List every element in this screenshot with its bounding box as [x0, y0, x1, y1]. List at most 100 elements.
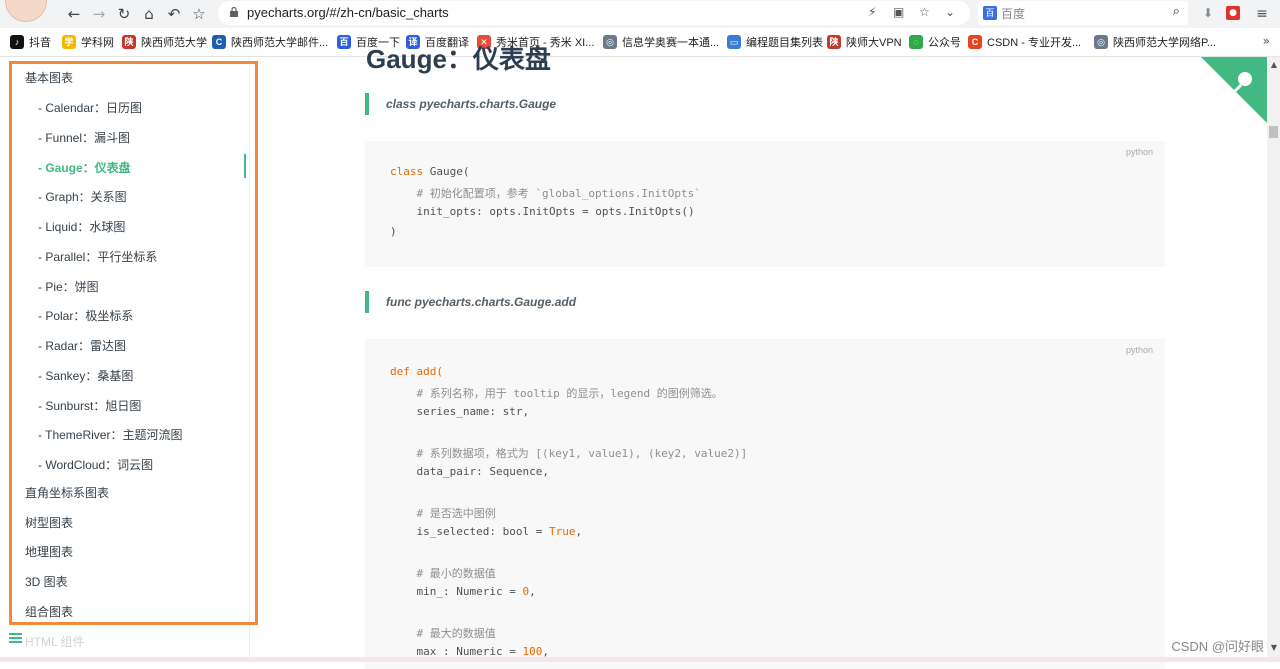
scroll-up-icon[interactable]: ▲ [1271, 60, 1277, 69]
sidebar-section[interactable]: 3D 图表 [25, 573, 68, 590]
bookmark-item[interactable]: 学学科网 [62, 34, 114, 50]
sidebar-item[interactable]: - Polar：极坐标系 [38, 307, 133, 324]
sidebar-item[interactable]: - Parallel：平行坐标系 [38, 248, 157, 265]
code-line: series_name: str, [390, 405, 530, 418]
reload-icon[interactable]: ↻ [114, 4, 134, 24]
code-line: ) [390, 225, 397, 238]
star-icon[interactable]: ☆ [189, 4, 209, 24]
main-content: Gauge：仪表盘 class pyecharts.charts.Gauge p… [251, 44, 1280, 669]
menu-icon[interactable]: ≡ [1250, 0, 1274, 28]
sidebar-item[interactable]: - Pie：饼图 [38, 278, 99, 295]
sidebar-item[interactable]: - WordCloud：词云图 [38, 456, 153, 473]
bookmark-item[interactable]: ▭ 编程题目集列表 [727, 34, 823, 50]
code-line: # 初始化配置项，参考 `global_options.InitOpts` [390, 187, 701, 200]
scrollbar[interactable] [1267, 57, 1280, 662]
bookmark-favicon-icon: ◎ [603, 35, 617, 49]
bookmark-favicon-icon: ▭ [727, 35, 741, 49]
home-icon[interactable]: ⌂ [139, 4, 159, 24]
translate-icon[interactable]: ▣ [893, 5, 904, 19]
bookmark-item[interactable]: ◎ 陕西师范大学网络P... [1094, 34, 1216, 50]
back-icon[interactable]: ← [64, 4, 84, 24]
code-line: is_selected: bool = True, [390, 525, 583, 538]
code-line: def add( [390, 365, 443, 378]
bookmark-label: 编程题目集列表 [746, 37, 823, 49]
code-block-init: python class Gauge( # 初始化配置项，参考 `global_… [365, 141, 1165, 267]
code-line: class Gauge( [390, 165, 470, 178]
bookmark-item[interactable]: ◌ 公众号 [909, 34, 961, 50]
bolt-icon[interactable]: ⚡ [868, 5, 876, 19]
search-box[interactable]: 百 百度 ⌕ [978, 1, 1188, 25]
profile-avatar[interactable] [5, 0, 47, 22]
code-line: data_pair: Sequence, [390, 465, 549, 478]
sidebar-item[interactable]: - Sankey：桑基图 [38, 367, 133, 384]
bookmark-label: 陕西师范大学邮件... [231, 37, 329, 49]
active-indicator [244, 154, 246, 178]
sidebar-section-basic[interactable]: 基本图表 [25, 69, 73, 86]
bookmark-item[interactable]: C CSDN - 专业开发... [968, 34, 1081, 50]
bookmark-favicon-icon: 陕 [122, 35, 136, 49]
bookmark-star-icon[interactable]: ☆ [919, 5, 930, 19]
sidebar-item[interactable]: - Gauge：仪表盘 [38, 159, 131, 176]
sidebar-section[interactable]: 直角坐标系图表 [25, 484, 109, 501]
scroll-thumb[interactable] [1269, 126, 1278, 138]
bookmark-item[interactable]: C 陕西师范大学邮件... [212, 34, 328, 50]
bookmark-item[interactable]: 陕陕师大VPN [827, 34, 902, 50]
bookmark-favicon-icon: C [212, 35, 226, 49]
taskbar-strip [0, 657, 1280, 662]
code-line: # 系列数据项，格式为 [(key1, value1), (key2, valu… [390, 447, 748, 460]
bookmarks-bar: ♪ 抖音学学科网陕陕西师范大学 C 陕西师范大学邮件... 百百度一下译百度翻译 ✕ 秀米首… [0, 28, 1280, 57]
download-icon[interactable]: ⬇ [1200, 5, 1216, 21]
sidebar-section[interactable]: 树型图表 [25, 514, 73, 531]
sidebar-item[interactable]: - Sunburst：旭日图 [38, 397, 141, 414]
sidebar-item[interactable]: - Radar：雷达图 [38, 337, 126, 354]
undo-icon[interactable]: ↶ [164, 4, 184, 24]
bookmark-item[interactable]: ♪ 抖音 [10, 34, 51, 50]
bookmark-favicon-icon: ♪ [10, 35, 24, 49]
chevron-down-icon[interactable]: ⌄ [945, 5, 955, 19]
code-block-add: python def add( # 系列名称，用于 tooltip 的显示，le… [365, 339, 1165, 669]
code-line: # 是否选中图例 [390, 507, 496, 520]
sidebar-item[interactable]: - Graph：关系图 [38, 188, 127, 205]
code-line: # 最大的数据值 [390, 627, 496, 640]
search-input[interactable]: 百度 [1001, 5, 1025, 22]
bookmark-favicon-icon: 陕 [827, 35, 841, 49]
github-corner-icon[interactable] [1201, 57, 1267, 123]
address-bar[interactable]: pyecharts.org/#/zh-cn/basic_charts ⚡ ▣ ☆… [218, 1, 970, 25]
watermark: CSDN @问好眼 [1171, 639, 1264, 654]
scroll-down-icon[interactable]: ▼ [1271, 643, 1277, 652]
sidebar [0, 57, 250, 662]
bookmark-label: 陕西师范大学 [141, 37, 207, 49]
bookmark-label: 陕师大VPN [846, 37, 902, 49]
code-lang-label: python [1125, 147, 1153, 157]
extension-icon[interactable]: ● [1226, 6, 1240, 20]
hamburger-icon[interactable] [9, 633, 22, 644]
bookmark-label: 抖音 [29, 37, 51, 49]
url-text[interactable]: pyecharts.org/#/zh-cn/basic_charts [247, 5, 449, 20]
bookmark-item[interactable]: 陕陕西师范大学 [122, 34, 207, 50]
sidebar-item[interactable]: - ThemeRiver：主题河流图 [38, 426, 182, 443]
bookmark-item[interactable]: ◎ 信息学奥赛一本通... [603, 34, 719, 50]
class-signature: class pyecharts.charts.Gauge [365, 93, 556, 115]
code-line: init_opts: opts.InitOpts = opts.InitOpts… [390, 205, 695, 218]
more-bookmarks-icon[interactable]: » [1263, 34, 1270, 48]
sidebar-section[interactable]: 地理图表 [25, 543, 73, 560]
bookmark-favicon-icon: ◎ [1094, 35, 1108, 49]
forward-icon[interactable]: → [89, 4, 109, 24]
sidebar-section-html[interactable]: HTML 组件 [25, 633, 85, 650]
baidu-icon: 百 [983, 6, 997, 20]
sidebar-item[interactable]: - Funnel：漏斗图 [38, 129, 130, 146]
sidebar-section[interactable]: 组合图表 [25, 603, 73, 620]
bookmark-label: CSDN - 专业开发... [987, 37, 1082, 49]
code-lang-label: python [1125, 345, 1153, 355]
bookmark-favicon-icon: ◌ [909, 35, 923, 49]
search-icon[interactable]: ⌕ [1173, 4, 1180, 19]
func-signature: func pyecharts.charts.Gauge.add [365, 291, 576, 313]
bookmark-label: 学科网 [81, 37, 114, 49]
code-line: min_: Numeric = 0, [390, 585, 536, 598]
bookmark-label: 陕西师范大学网络P... [1113, 37, 1217, 49]
bookmark-favicon-icon: 学 [62, 35, 76, 49]
bookmark-label: 公众号 [928, 37, 961, 49]
bookmark-favicon-icon: C [968, 35, 982, 49]
sidebar-item[interactable]: - Liquid：水球图 [38, 218, 125, 235]
sidebar-item[interactable]: - Calendar：日历图 [38, 99, 142, 116]
